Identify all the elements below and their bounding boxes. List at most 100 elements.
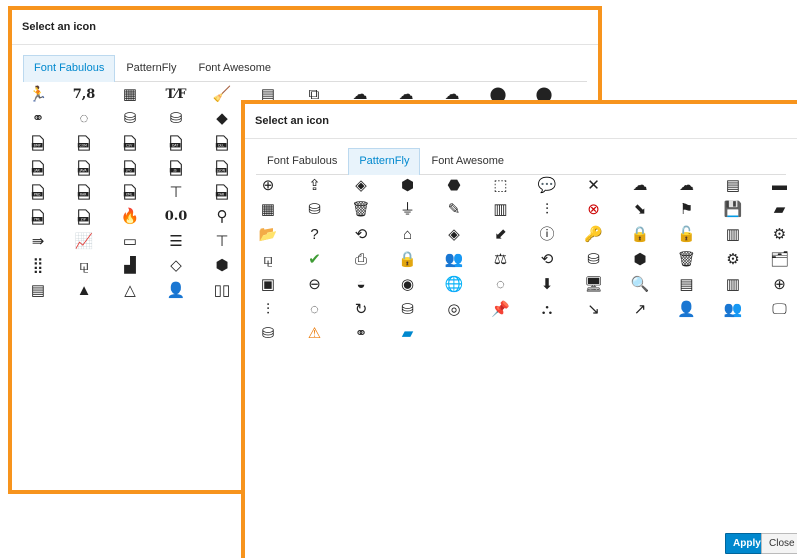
cloud-tenant-icon[interactable]: ☁ (676, 174, 698, 196)
line-chart-icon[interactable]: 📈 (73, 230, 95, 252)
map-pin-icon[interactable]: ⚲ (211, 206, 233, 228)
bundle-icon[interactable]: ⬢ (397, 174, 419, 196)
js-file-icon[interactable]: JS (165, 157, 187, 179)
folder-tree-icon[interactable]: 🗂 (769, 248, 791, 270)
broom-icon[interactable]: 🧹 (211, 83, 233, 105)
blue-folder-icon[interactable]: ▰ (397, 323, 419, 345)
ok-check-icon[interactable]: ✔ (304, 248, 326, 270)
volume-boxes-icon[interactable]: ⬢ (629, 248, 651, 270)
pnd-file-icon[interactable]: PND (27, 181, 49, 203)
jar-file-icon[interactable]: JAR (27, 157, 49, 179)
tf-text-icon[interactable]: T⁄F (165, 83, 187, 105)
database-icon[interactable]: ⛁ (165, 108, 187, 130)
dots-grid-icon[interactable]: ⣿ (27, 255, 49, 277)
cluster-circle-icon[interactable]: ◎ (443, 298, 465, 320)
minus-circle-icon[interactable]: ⊖ (304, 273, 326, 295)
half-circle-icon[interactable]: ◒ (350, 273, 372, 295)
record-circle-icon[interactable]: ◉ (397, 273, 419, 295)
scales-icon[interactable]: ⚖ (490, 248, 512, 270)
firewall-icon[interactable]: 🔥 (119, 206, 141, 228)
plus-circle-icon[interactable]: ⊕ (257, 174, 279, 196)
box-open-icon[interactable]: ⬢ (211, 255, 233, 277)
key-icon[interactable]: 🔑 (583, 224, 605, 246)
bar-steps-icon[interactable]: ▟ (119, 255, 141, 277)
storage-error-icon[interactable]: ⛁ (304, 199, 326, 221)
runner-icon[interactable]: 🏃 (27, 83, 49, 105)
sliders-icon[interactable]: ⫶ (257, 298, 279, 320)
thumbtack-icon[interactable]: 📌 (490, 298, 512, 320)
equalizer-icon[interactable]: ⫶ (536, 199, 558, 221)
database-stack-icon[interactable]: ⛁ (257, 323, 279, 345)
enterprise-icon[interactable]: ▥ (490, 199, 512, 221)
database-config-icon[interactable]: ⛁ (119, 108, 141, 130)
bar-chart-flat-icon[interactable]: ▤ (27, 279, 49, 301)
trend-up-icon[interactable]: ↗ (629, 298, 651, 320)
java-file-icon[interactable]: JAVA (73, 157, 95, 179)
layers-icon[interactable]: ◈ (350, 174, 372, 196)
lock-unlocked-icon[interactable]: 🔓 (676, 224, 698, 246)
folder-open-icon[interactable]: 📂 (257, 224, 279, 246)
progress-box-icon[interactable]: ▭ (119, 230, 141, 252)
error-circle-icon[interactable]: ⊗ (583, 199, 605, 221)
triangle-filled-icon[interactable]: ▲ (73, 279, 95, 301)
globe-icon[interactable]: 🌐 (443, 273, 465, 295)
jpg-file-icon[interactable]: JPG (119, 157, 141, 179)
trend-down-icon[interactable]: ↘ (583, 298, 605, 320)
tar-file-icon[interactable]: TAR (211, 181, 233, 203)
save-floppy-icon[interactable]: 💾 (722, 199, 744, 221)
share-export-icon[interactable]: ⇪ (304, 174, 326, 196)
service-icon[interactable]: ▥ (722, 273, 744, 295)
tab-font-fabulous[interactable]: Font Fabulous (256, 148, 348, 175)
server-icon[interactable]: ▤ (676, 273, 698, 295)
edit-pencil-icon[interactable]: ✎ (443, 199, 465, 221)
monitor-icon[interactable]: 🖥 (583, 273, 605, 295)
diamond-icon[interactable]: ◆ (211, 108, 233, 130)
plugged-icon[interactable]: ⏚ (397, 199, 419, 221)
memory-icon[interactable]: ▥ (722, 224, 744, 246)
diamond-arrow-icon[interactable]: ◇ (165, 255, 187, 277)
lock-locked-icon[interactable]: 🔒 (629, 224, 651, 246)
zones-venn-icon[interactable]: ⚭ (350, 323, 372, 345)
drive-icon[interactable]: ▬ (769, 174, 791, 196)
com-file-icon[interactable]: COM (73, 132, 95, 154)
zip-file-icon[interactable]: ZIP (73, 206, 95, 228)
t-shape-icon[interactable]: ⊤ (165, 181, 187, 203)
help-circle-icon[interactable]: ? (304, 224, 326, 246)
cubes-icon[interactable]: ⬣ (443, 174, 465, 196)
trash-icon[interactable]: 🗑 (350, 199, 372, 221)
hierarchy-icon[interactable]: ⚼ (73, 255, 95, 277)
users-group-icon[interactable]: 👥 (443, 248, 465, 270)
middleware-icon[interactable]: ⚙ (769, 224, 791, 246)
tab-font-awesome[interactable]: Font Awesome (187, 55, 282, 82)
json-file-icon[interactable]: JSON (211, 157, 233, 179)
close-x-icon[interactable]: ✕ (583, 174, 605, 196)
virtual-machine-icon[interactable]: 🖵 (769, 298, 791, 320)
triangle-outline-icon[interactable]: △ (119, 279, 141, 301)
server-rack-icon[interactable]: ☰ (165, 230, 187, 252)
info-circle-icon[interactable]: ⓘ (536, 224, 558, 246)
seven-eight-text-icon[interactable]: 7,8 (73, 83, 96, 105)
network-ring-icon[interactable]: ◌ (73, 108, 95, 130)
network-icon[interactable]: ⚼ (257, 248, 279, 270)
spinner-icon[interactable]: ◌ (490, 273, 512, 295)
t-bar-icon[interactable]: ⊤ (211, 230, 233, 252)
cloud-security-icon[interactable]: ☁ (629, 174, 651, 196)
trash-bin-icon[interactable]: 🗑 (676, 248, 698, 270)
export-arrow-icon[interactable]: ⬊ (629, 199, 651, 221)
cpu-icon[interactable]: ▦ (257, 199, 279, 221)
topology-icon[interactable]: ⛬ (536, 298, 558, 320)
bmp-file-icon[interactable]: BMP (27, 132, 49, 154)
user-icon[interactable]: 👤 (676, 298, 698, 320)
server-stack-icon[interactable]: ▤ (722, 174, 744, 196)
flag-icon[interactable]: ⚑ (676, 199, 698, 221)
database-storage-icon[interactable]: ⛁ (583, 248, 605, 270)
arrow-diamond-icon[interactable]: ⇛ (27, 230, 49, 252)
rar-file-icon[interactable]: RAR (73, 181, 95, 203)
warning-triangle-icon[interactable]: ⚠ (304, 323, 326, 345)
dashed-box-icon[interactable]: ⬚ (490, 174, 512, 196)
restart-icon[interactable]: ⟲ (536, 248, 558, 270)
tab-patternfly[interactable]: PatternFly (115, 55, 187, 82)
dll-file-icon[interactable]: DLL (211, 132, 233, 154)
user-lock-icon[interactable]: 👤 (165, 279, 187, 301)
double-column-icon[interactable]: ▯▯ (211, 279, 233, 301)
